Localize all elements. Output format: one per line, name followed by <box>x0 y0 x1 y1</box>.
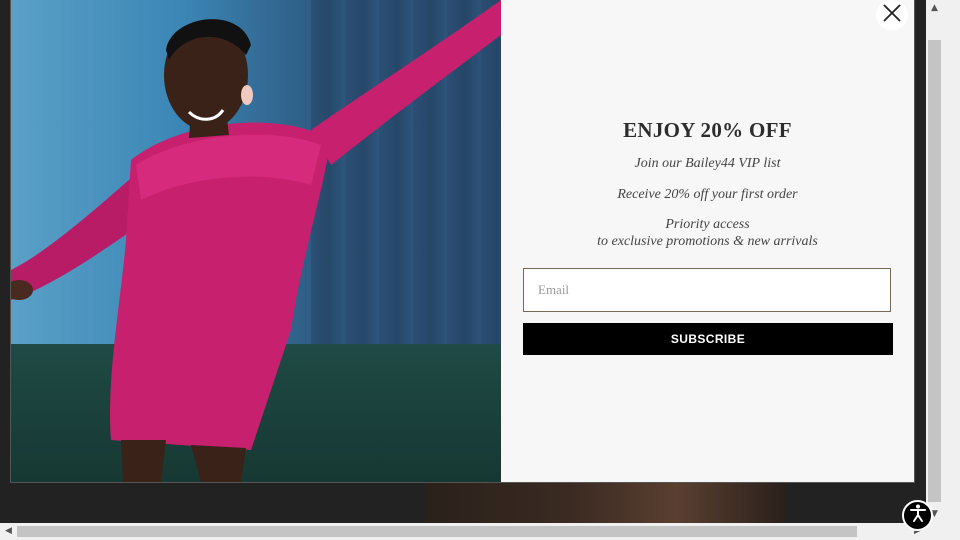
close-button[interactable] <box>876 0 908 30</box>
window-edge <box>943 0 960 540</box>
popup-offer-text: Receive 20% off your first order <box>617 187 798 202</box>
close-icon <box>883 3 901 27</box>
popup-content: ENJOY 20% OFF Join our Bailey44 VIP list… <box>501 0 914 482</box>
scrollbar-corner <box>926 523 960 540</box>
popup-model-photo <box>11 0 501 482</box>
vertical-scroll-thumb[interactable] <box>928 40 941 502</box>
horizontal-scrollbar[interactable]: ◀ ▶ <box>0 523 926 540</box>
accessibility-button[interactable] <box>902 500 933 531</box>
email-input[interactable] <box>523 268 891 312</box>
popup-headline: ENJOY 20% OFF <box>623 118 792 142</box>
vertical-scrollbar[interactable]: ▲ ▼ <box>926 0 943 523</box>
scroll-left-arrow-icon[interactable]: ◀ <box>0 523 17 540</box>
subscribe-button[interactable]: SUBSCRIBE <box>523 323 893 355</box>
background-photo <box>425 482 785 523</box>
horizontal-scroll-thumb[interactable] <box>17 526 857 537</box>
newsletter-popup: ENJOY 20% OFF Join our Bailey44 VIP list… <box>11 0 914 482</box>
popup-vip-text: Join our Bailey44 VIP list <box>634 156 781 171</box>
popup-priority-text: Priority access <box>665 217 750 232</box>
accessibility-icon <box>908 503 928 528</box>
scroll-up-arrow-icon[interactable]: ▲ <box>926 0 943 17</box>
popup-promotions-text: to exclusive promotions & new arrivals <box>597 234 818 249</box>
